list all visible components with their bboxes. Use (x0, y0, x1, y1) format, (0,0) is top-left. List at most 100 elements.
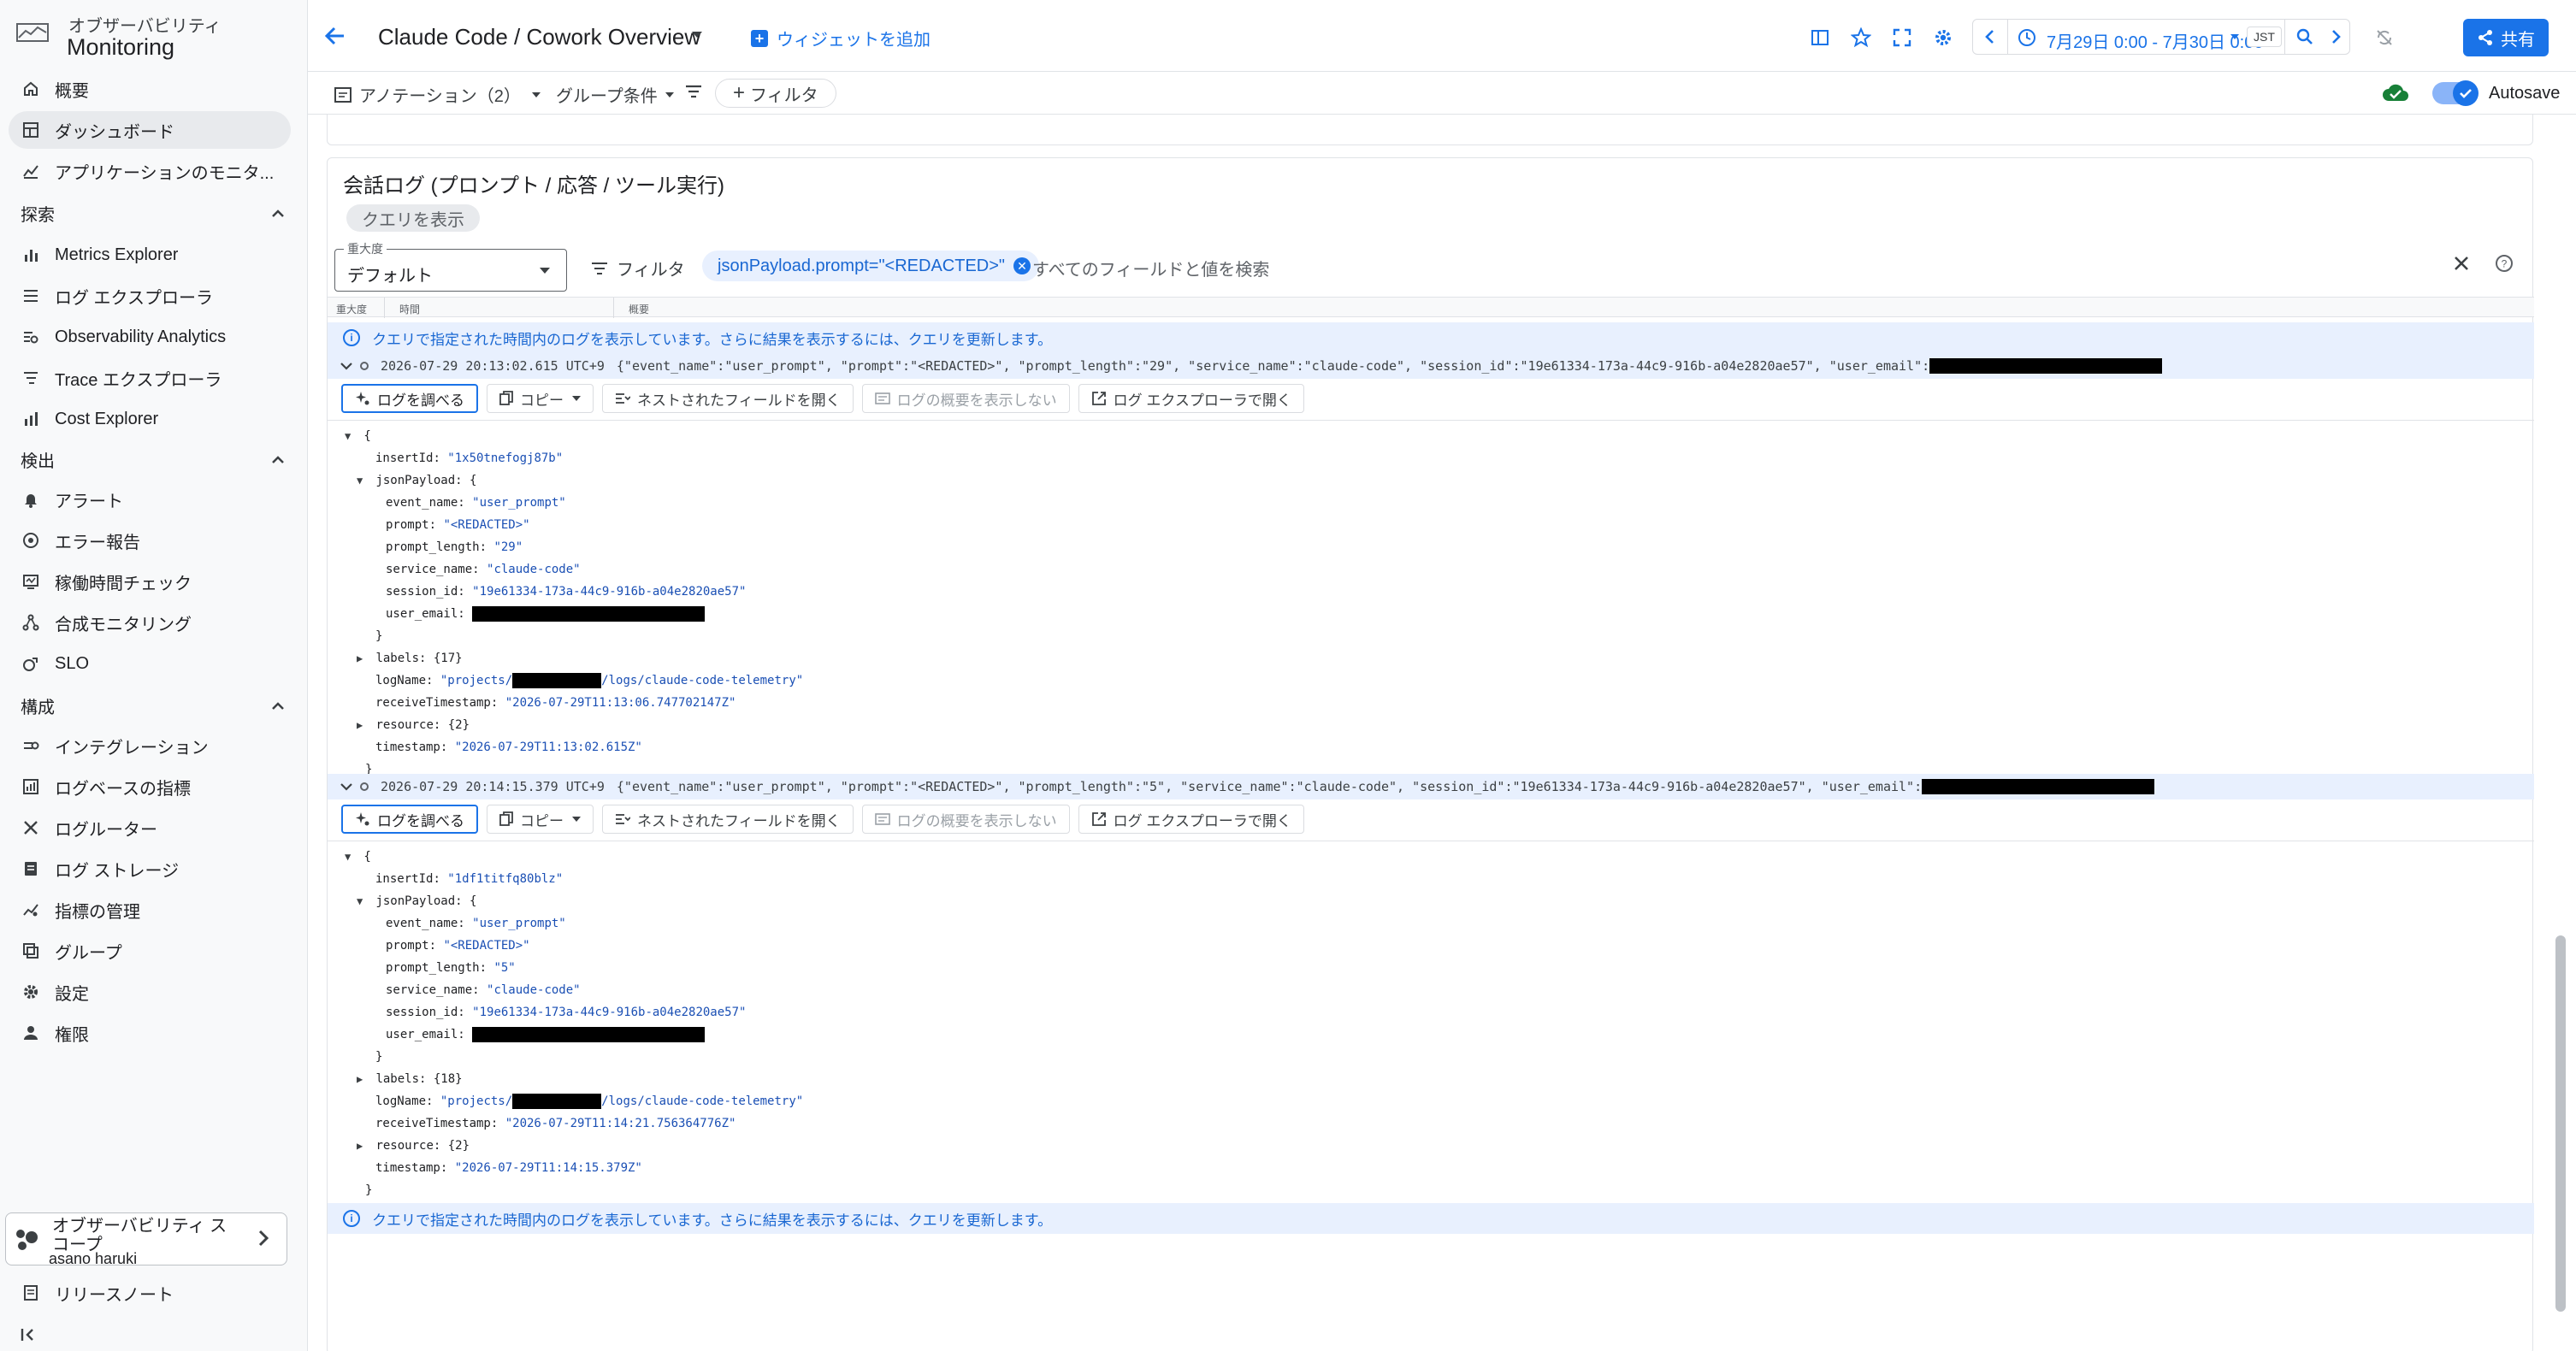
redacted-block (1929, 358, 2163, 374)
fullscreen-icon[interactable] (1892, 27, 1912, 48)
sidebar-item-label: ログ ストレージ (55, 861, 180, 881)
section-explore[interactable]: 探索 (21, 200, 286, 226)
tree-field-timestamp: timestamp: "2026-07-29T11:13:02.615Z" (375, 740, 642, 754)
redacted-block (512, 673, 602, 688)
auto-refresh-off-icon[interactable] (2374, 27, 2395, 48)
group-by-dropdown[interactable]: グループ条件 (556, 82, 675, 107)
filter-chip[interactable]: jsonPayload.prompt="<REDACTED>" ✕ (702, 251, 1040, 281)
chevron-down-icon[interactable] (338, 782, 355, 791)
hide-summary-button[interactable]: ログの概要を表示しない (861, 805, 1070, 834)
help-icon[interactable]: ? (2495, 254, 2514, 273)
expand-nested-button[interactable]: ネストされたフィールドを開く (602, 384, 854, 413)
bell-icon (21, 489, 41, 510)
page-scrollbar[interactable] (2555, 935, 2566, 1312)
close-icon[interactable] (2452, 254, 2471, 273)
severity-select[interactable]: 重大度 デフォルト (334, 240, 567, 292)
sidebar-item-label: インテグレーション (55, 738, 209, 758)
add-widget-button[interactable]: + ウィジェットを追加 (751, 26, 931, 50)
tree-field-resource[interactable]: ▶ resource: {2} (357, 714, 470, 736)
sidebar-item-synthetic-monitoring[interactable]: 合成モニタリング (9, 604, 291, 641)
chevron-down-icon[interactable] (338, 362, 355, 370)
copy-icon (499, 391, 513, 405)
tree-field-insertid: insertId: "1x50tnefogj87b" (375, 451, 564, 465)
sidebar-item-log-router[interactable]: ログルーター (9, 809, 291, 847)
sidebar-item-overview[interactable]: 概要 (9, 70, 291, 108)
dashboard-content: 会話ログ (プロンプト / 応答 / ツール実行) クエリを表示 重大度 デフォ… (327, 115, 2534, 1351)
collapse-sidebar-icon[interactable] (21, 1327, 39, 1342)
copy-button[interactable]: コピー (487, 384, 594, 413)
sidebar-item-log-based-metrics[interactable]: ログベースの指標 (9, 768, 291, 805)
open-in-explorer-button[interactable]: ログ エクスプローラで開く (1078, 805, 1304, 834)
remove-chip-icon[interactable]: ✕ (1013, 257, 1031, 274)
open-in-explorer-button[interactable]: ログ エクスプローラで開く (1078, 384, 1304, 413)
sidebar-item-error-reporting[interactable]: エラー報告 (9, 522, 291, 559)
filter-list-icon[interactable] (684, 84, 703, 99)
time-forward-icon[interactable] (2325, 27, 2346, 47)
sidebar-item-trace-explorer[interactable]: Trace エクスプローラ (9, 359, 291, 397)
star-icon[interactable] (1851, 27, 1871, 48)
sidebar-item-slo[interactable]: SLO (9, 645, 291, 682)
observability-scope-selector[interactable]: オブザーバビリティ スコープ asano haruki (5, 1212, 287, 1267)
hide-summary-button[interactable]: ログの概要を表示しない (861, 384, 1070, 413)
expand-nested-button[interactable]: ネストされたフィールドを開く (602, 805, 854, 834)
tree-field-jsonpayload[interactable]: ▼ jsonPayload: { (357, 890, 476, 912)
sidebar-item-log-storage[interactable]: ログ ストレージ (9, 850, 291, 888)
sidebar-item-permissions[interactable]: 権限 (9, 1014, 291, 1052)
title-dropdown-icon[interactable] (691, 31, 703, 39)
share-button[interactable]: 共有 (2463, 19, 2549, 56)
timezone-badge[interactable]: JST (2247, 27, 2282, 47)
slo-icon (21, 653, 41, 674)
autosave-toggle[interactable] (2432, 80, 2479, 106)
sidebar-item-settings[interactable]: 設定 (9, 973, 291, 1011)
sidebar-item-dashboards[interactable]: ダッシュボード (9, 111, 291, 149)
app-monitoring-icon (21, 161, 41, 181)
tree-field-jsonpayload[interactable]: ▼ jsonPayload: { (357, 469, 476, 492)
tree-field-resource[interactable]: ▶ resource: {2} (357, 1135, 470, 1157)
sidebar-item-metrics-explorer[interactable]: Metrics Explorer (9, 236, 291, 274)
filter-button[interactable]: フィルタ (591, 256, 685, 280)
tree-field-labels[interactable]: ▶ labels: {17} (357, 647, 463, 670)
annotations-dropdown[interactable]: アノテーション（2） (334, 82, 541, 107)
show-query-button[interactable]: クエリを表示 (346, 204, 480, 232)
sidebar-item-metrics-management[interactable]: 指標の管理 (9, 891, 291, 929)
time-range-picker[interactable]: 7月29日 0:00 - 7月30日 0:00 JST (1972, 19, 2350, 55)
explain-log-button[interactable]: ログを調べる (341, 805, 478, 834)
brand[interactable]: オブザーバビリティ Monitoring (15, 9, 298, 60)
sidebar-item-label: Trace エクスプローラ (55, 370, 222, 390)
section-configure[interactable]: 構成 (21, 693, 286, 718)
dashboard-title[interactable]: Claude Code / Cowork Overview (378, 24, 700, 50)
divider (613, 298, 614, 318)
tree-root-open[interactable]: ▼ { (345, 846, 371, 868)
uptime-icon (21, 571, 41, 592)
log-search-input[interactable]: すべてのフィールドと値を検索 (1032, 256, 1269, 280)
sidebar-item-integrations[interactable]: インテグレーション (9, 727, 291, 764)
open-in-explorer-label: ログ エクスプローラで開く (1113, 392, 1291, 409)
section-detect[interactable]: 検出 (21, 446, 286, 472)
back-arrow-icon[interactable] (323, 24, 347, 48)
sidebar-item-release-notes[interactable]: リリースノート (9, 1274, 291, 1312)
add-widget-label: ウィジェットを追加 (777, 31, 931, 50)
sidebar-item-logs-explorer[interactable]: ログ エクスプローラ (9, 277, 291, 315)
sidebar-item-uptime-checks[interactable]: 稼働時間チェック (9, 563, 291, 600)
log-column-header: 重大度 時間 概要 (328, 297, 2534, 318)
sidebar-item-observability-analytics[interactable]: Observability Analytics (9, 318, 291, 356)
add-filter-button[interactable]: + フィルタ (715, 79, 836, 108)
log-entry-row[interactable]: 2026-07-29 20:14:15.379 UTC+9 {"event_na… (328, 774, 2534, 799)
log-entry-row[interactable]: 2026-07-29 20:13:02.615 UTC+9 {"event_na… (328, 353, 2534, 379)
copy-button[interactable]: コピー (487, 805, 594, 834)
sidebar-item-alerts[interactable]: アラート (9, 481, 291, 518)
chevron-down-icon (540, 268, 550, 274)
sidebar-item-cost-explorer[interactable]: Cost Explorer (9, 400, 291, 438)
settings-gear-icon[interactable] (1933, 27, 1953, 48)
dashboard-view-icon[interactable] (1810, 27, 1830, 48)
tree-root-open[interactable]: ▼ { (345, 425, 371, 447)
hide-summary-label: ログの概要を表示しない (896, 392, 1057, 409)
tree-field-labels[interactable]: ▶ labels: {18} (357, 1068, 463, 1090)
sidebar-item-app-monitoring[interactable]: アプリケーションのモニタ... (9, 152, 291, 190)
sparkle-icon (356, 812, 369, 826)
sidebar-item-groups[interactable]: グループ (9, 932, 291, 970)
explain-log-button[interactable]: ログを調べる (341, 384, 478, 413)
zoom-icon[interactable] (2295, 27, 2315, 47)
tree-field-prompt: prompt: "<REDACTED>" (386, 518, 530, 532)
time-back-icon[interactable] (1980, 27, 2000, 47)
